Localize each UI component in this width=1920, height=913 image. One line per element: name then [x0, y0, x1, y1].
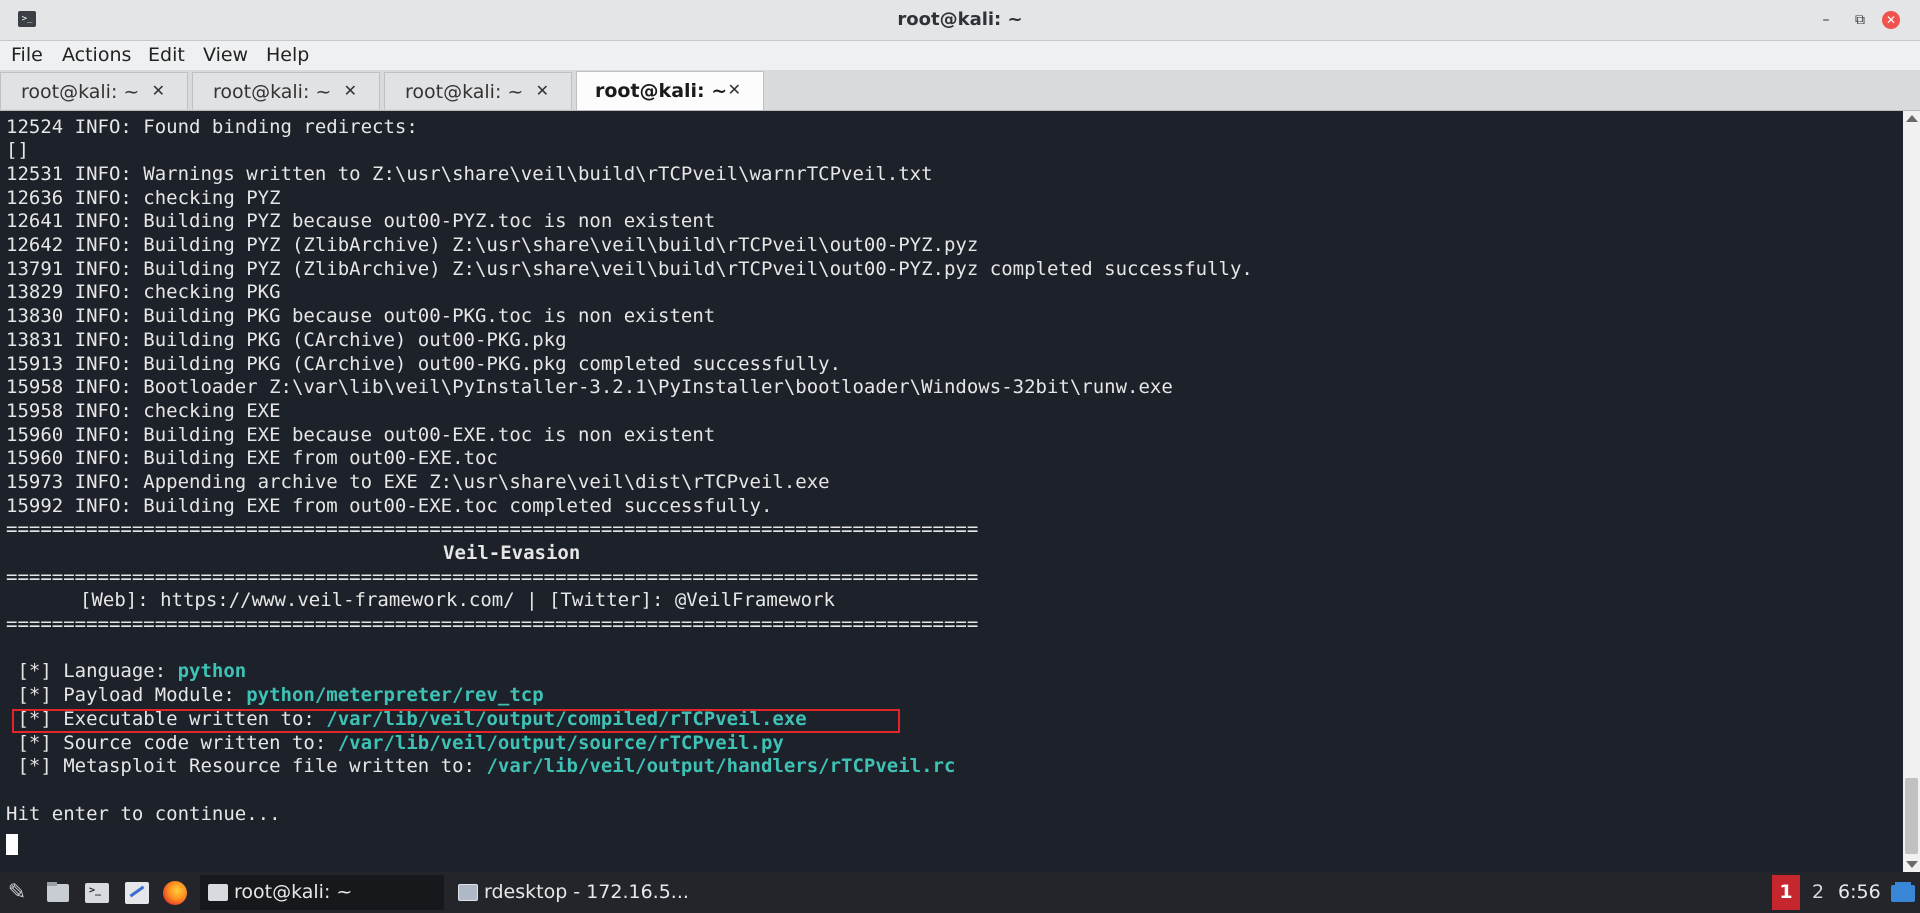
close-window-button[interactable]: ✕: [1882, 11, 1900, 29]
menu-actions[interactable]: Actions: [62, 41, 131, 70]
banner-title: Veil-Evasion: [443, 542, 581, 564]
highlight-box: [12, 709, 900, 733]
result-label: [*] Language:: [6, 660, 178, 682]
terminal-icon[interactable]: >_: [84, 880, 110, 906]
tab-close-icon[interactable]: ✕: [152, 81, 165, 100]
terminal-task-icon: [208, 884, 228, 901]
banner-separator: ========================================…: [6, 613, 979, 635]
log-line: 13829 INFO: checking PKG: [6, 281, 281, 303]
tab-terminal-4-active[interactable]: root@kali: ~ ✕: [576, 71, 764, 110]
result-value: python/meterpreter/rev_tcp: [246, 684, 544, 706]
menu-edit[interactable]: Edit: [148, 41, 185, 70]
result-language: [*] Language: python: [6, 660, 246, 683]
terminal-output[interactable]: 12524 INFO: Found binding redirects: [] …: [0, 111, 1903, 872]
notification-icon[interactable]: [1891, 882, 1915, 904]
log-line: 12524 INFO: Found binding redirects:: [6, 116, 418, 138]
menu-file[interactable]: File: [11, 41, 43, 70]
firefox-icon[interactable]: [162, 880, 188, 906]
kali-menu-icon[interactable]: ✎: [4, 880, 30, 906]
tab-close-icon[interactable]: ✕: [728, 80, 741, 99]
log-line: 15973 INFO: Appending archive to EXE Z:\…: [6, 471, 830, 493]
tab-bar: root@kali: ~ ✕ root@kali: ~ ✕ root@kali:…: [0, 70, 1920, 111]
result-payload-module: [*] Payload Module: python/meterpreter/r…: [6, 684, 544, 707]
log-line: 12642 INFO: Building PYZ (ZlibArchive) Z…: [6, 234, 979, 256]
result-source-code-path: [*] Source code written to: /var/lib/vei…: [6, 732, 784, 755]
window-title: root@kali: ~: [897, 9, 1023, 30]
text-cursor: [6, 834, 18, 855]
continue-prompt: Hit enter to continue...: [6, 803, 281, 825]
menu-view[interactable]: View: [203, 41, 248, 70]
scrollbar-thumb[interactable]: [1905, 778, 1918, 854]
task-label: rdesktop - 172.16.5...: [484, 881, 689, 903]
log-line: 12641 INFO: Building PYZ because out00-P…: [6, 210, 716, 232]
log-line: 12531 INFO: Warnings written to Z:\usr\s…: [6, 163, 933, 185]
log-line: 15960 INFO: Building EXE because out00-E…: [6, 424, 716, 446]
rdesktop-task-icon: [458, 884, 478, 901]
minimize-button[interactable]: –: [1816, 10, 1836, 30]
log-line: 15992 INFO: Building EXE from out00-EXE.…: [6, 495, 773, 517]
tab-close-icon[interactable]: ✕: [536, 81, 549, 100]
result-value: /var/lib/veil/output/source/rTCPveil.py: [337, 732, 784, 754]
log-line: []: [6, 139, 29, 161]
tab-label: root@kali: ~: [595, 80, 728, 102]
workspace-1-button[interactable]: 1: [1772, 875, 1800, 910]
banner-separator: ========================================…: [6, 566, 979, 588]
vertical-scrollbar[interactable]: [1903, 111, 1920, 872]
tab-label: root@kali: ~: [213, 81, 332, 103]
tab-close-icon[interactable]: ✕: [344, 81, 357, 100]
tab-terminal-1[interactable]: root@kali: ~ ✕: [0, 72, 188, 109]
tab-terminal-2[interactable]: root@kali: ~ ✕: [192, 72, 380, 109]
menu-help[interactable]: Help: [266, 41, 309, 70]
banner-separator: ========================================…: [6, 518, 979, 540]
tab-label: root@kali: ~: [21, 81, 140, 103]
banner-links: [Web]: https://www.veil-framework.com/ |…: [80, 589, 835, 611]
result-label: [*] Source code written to:: [6, 732, 338, 754]
window-titlebar: >_ root@kali: ~ – ⧉ ✕: [0, 0, 1920, 41]
workspace-2-button[interactable]: 2: [1810, 875, 1826, 910]
maximize-button[interactable]: ⧉: [1850, 10, 1870, 30]
menu-bar: File Actions Edit View Help: [0, 41, 1920, 70]
scroll-up-arrow-icon[interactable]: [1906, 115, 1918, 122]
log-line: 15958 INFO: checking EXE: [6, 400, 281, 422]
log-line: 13791 INFO: Building PYZ (ZlibArchive) Z…: [6, 258, 1253, 280]
task-label: root@kali: ~: [234, 881, 353, 903]
result-resource-file-path: [*] Metasploit Resource file written to:…: [6, 755, 955, 778]
task-terminal[interactable]: root@kali: ~: [200, 875, 444, 910]
result-label: [*] Payload Module:: [6, 684, 247, 706]
log-line: 15958 INFO: Bootloader Z:\var\lib\veil\P…: [6, 376, 1173, 398]
log-line: 15960 INFO: Building EXE from out00-EXE.…: [6, 447, 498, 469]
file-manager-icon[interactable]: [45, 880, 71, 906]
log-line: 13830 INFO: Building PKG because out00-P…: [6, 305, 716, 327]
text-editor-icon[interactable]: [124, 880, 150, 906]
log-line: 13831 INFO: Building PKG (CArchive) out0…: [6, 329, 567, 351]
result-value: python: [177, 660, 247, 682]
taskbar: ✎ >_ root@kali: ~ rdesktop - 172.16.5...…: [0, 872, 1920, 913]
tab-terminal-3[interactable]: root@kali: ~ ✕: [384, 72, 572, 109]
tab-label: root@kali: ~: [405, 81, 524, 103]
log-line: 15913 INFO: Building PKG (CArchive) out0…: [6, 353, 842, 375]
log-line: 12636 INFO: checking PYZ: [6, 187, 281, 209]
clock[interactable]: 6:56: [1838, 875, 1881, 910]
result-label: [*] Metasploit Resource file written to:: [6, 755, 487, 777]
result-value: /var/lib/veil/output/handlers/rTCPveil.r…: [486, 755, 956, 777]
task-rdesktop[interactable]: rdesktop - 172.16.5...: [450, 875, 696, 910]
scroll-down-arrow-icon[interactable]: [1906, 861, 1918, 868]
